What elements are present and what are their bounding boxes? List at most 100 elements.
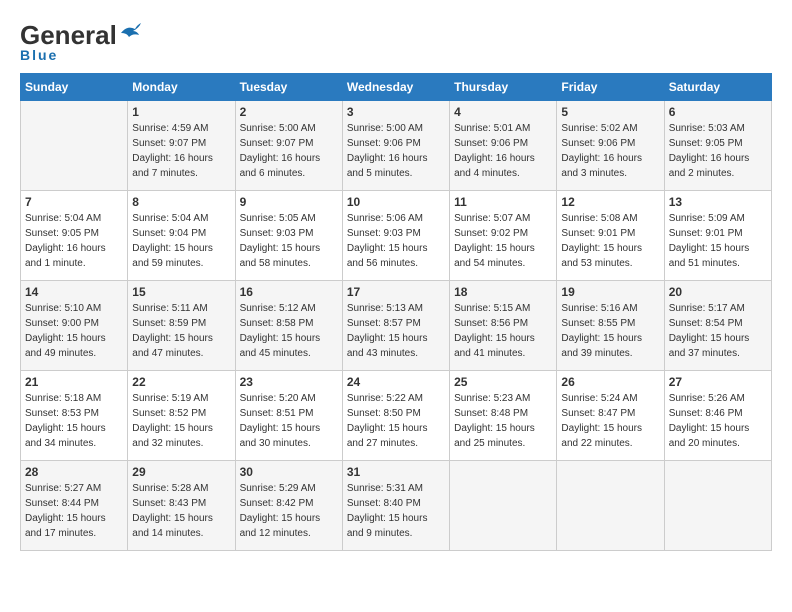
day-info: Sunrise: 5:05 AM Sunset: 9:03 PM Dayligh… [240,211,338,271]
day-number: 9 [240,195,338,209]
calendar-cell: 11 Sunrise: 5:07 AM Sunset: 9:02 PM Dayli… [450,191,557,281]
calendar-table: SundayMondayTuesdayWednesdayThursdayFrid… [20,73,772,551]
day-info: Sunrise: 5:20 AM Sunset: 8:51 PM Dayligh… [240,391,338,451]
day-number: 16 [240,285,338,299]
day-info: Sunrise: 5:12 AM Sunset: 8:58 PM Dayligh… [240,301,338,361]
day-number: 14 [25,285,123,299]
day-number: 24 [347,375,445,389]
day-info: Sunrise: 5:17 AM Sunset: 8:54 PM Dayligh… [669,301,767,361]
calendar-cell: 9 Sunrise: 5:05 AM Sunset: 9:03 PM Daylig… [235,191,342,281]
calendar-cell: 29 Sunrise: 5:28 AM Sunset: 8:43 PM Dayli… [128,461,235,551]
calendar-cell: 30 Sunrise: 5:29 AM Sunset: 8:42 PM Dayli… [235,461,342,551]
day-number: 25 [454,375,552,389]
day-number: 21 [25,375,123,389]
calendar-cell: 17 Sunrise: 5:13 AM Sunset: 8:57 PM Dayli… [342,281,449,371]
calendar-cell: 23Sunrise: 5:20 AM Sunset: 8:51 PM Dayli… [235,371,342,461]
day-number: 13 [669,195,767,209]
day-info: Sunrise: 5:08 AM Sunset: 9:01 PM Dayligh… [561,211,659,271]
calendar-cell: 22 Sunrise: 5:19 AM Sunset: 8:52 PM Dayli… [128,371,235,461]
logo-blue: Blue [20,47,58,63]
header: General Blue [20,20,772,63]
calendar-cell: 6Sunrise: 5:03 AM Sunset: 9:05 PM Daylig… [664,101,771,191]
logo: General Blue [20,20,141,63]
day-info: Sunrise: 5:19 AM Sunset: 8:52 PM Dayligh… [132,391,230,451]
calendar-cell [450,461,557,551]
day-info: Sunrise: 5:04 AM Sunset: 9:04 PM Dayligh… [132,211,230,271]
day-info: Sunrise: 5:01 AM Sunset: 9:06 PM Dayligh… [454,121,552,181]
day-number: 5 [561,105,659,119]
day-number: 22 [132,375,230,389]
day-info: Sunrise: 5:06 AM Sunset: 9:03 PM Dayligh… [347,211,445,271]
header-cell-monday: Monday [128,74,235,101]
calendar-cell: 12 Sunrise: 5:08 AM Sunset: 9:01 PM Dayli… [557,191,664,281]
day-number: 1 [132,105,230,119]
day-number: 11 [454,195,552,209]
day-number: 30 [240,465,338,479]
header-cell-saturday: Saturday [664,74,771,101]
week-row-2: 14 Sunrise: 5:10 AM Sunset: 9:00 PM Dayli… [21,281,772,371]
calendar-cell: 2 Sunrise: 5:00 AM Sunset: 9:07 PM Daylig… [235,101,342,191]
calendar-cell: 21 Sunrise: 5:18 AM Sunset: 8:53 PM Dayli… [21,371,128,461]
day-info: Sunrise: 5:26 AM Sunset: 8:46 PM Dayligh… [669,391,767,451]
calendar-cell [664,461,771,551]
day-number: 15 [132,285,230,299]
day-number: 28 [25,465,123,479]
day-info: Sunrise: 5:27 AM Sunset: 8:44 PM Dayligh… [25,481,123,541]
day-info: Sunrise: 5:00 AM Sunset: 9:06 PM Dayligh… [347,121,445,181]
calendar-cell: 14 Sunrise: 5:10 AM Sunset: 9:00 PM Dayli… [21,281,128,371]
week-row-1: 7Sunrise: 5:04 AM Sunset: 9:05 PM Daylig… [21,191,772,281]
calendar-cell: 13 Sunrise: 5:09 AM Sunset: 9:01 PM Dayli… [664,191,771,281]
day-number: 20 [669,285,767,299]
header-row: SundayMondayTuesdayWednesdayThursdayFrid… [21,74,772,101]
day-info: Sunrise: 5:11 AM Sunset: 8:59 PM Dayligh… [132,301,230,361]
day-number: 31 [347,465,445,479]
logo-bird-icon [119,23,141,41]
day-info: Sunrise: 5:28 AM Sunset: 8:43 PM Dayligh… [132,481,230,541]
day-number: 3 [347,105,445,119]
calendar-cell: 27 Sunrise: 5:26 AM Sunset: 8:46 PM Dayli… [664,371,771,461]
calendar-cell [557,461,664,551]
day-number: 12 [561,195,659,209]
week-row-3: 21 Sunrise: 5:18 AM Sunset: 8:53 PM Dayli… [21,371,772,461]
page-container: General Blue SundayMondayTuesdayWednesda… [20,20,772,551]
day-info: Sunrise: 5:18 AM Sunset: 8:53 PM Dayligh… [25,391,123,451]
day-info: Sunrise: 5:13 AM Sunset: 8:57 PM Dayligh… [347,301,445,361]
day-info: Sunrise: 5:10 AM Sunset: 9:00 PM Dayligh… [25,301,123,361]
day-number: 7 [25,195,123,209]
day-number: 27 [669,375,767,389]
day-number: 8 [132,195,230,209]
day-info: Sunrise: 5:29 AM Sunset: 8:42 PM Dayligh… [240,481,338,541]
day-number: 2 [240,105,338,119]
calendar-cell: 3 Sunrise: 5:00 AM Sunset: 9:06 PM Daylig… [342,101,449,191]
day-number: 29 [132,465,230,479]
header-cell-wednesday: Wednesday [342,74,449,101]
calendar-cell: 16 Sunrise: 5:12 AM Sunset: 8:58 PM Dayli… [235,281,342,371]
day-info: Sunrise: 5:24 AM Sunset: 8:47 PM Dayligh… [561,391,659,451]
calendar-cell: 7Sunrise: 5:04 AM Sunset: 9:05 PM Daylig… [21,191,128,281]
day-info: Sunrise: 5:03 AM Sunset: 9:05 PM Dayligh… [669,121,767,181]
calendar-cell: 1Sunrise: 4:59 AM Sunset: 9:07 PM Daylig… [128,101,235,191]
day-number: 19 [561,285,659,299]
week-row-4: 28 Sunrise: 5:27 AM Sunset: 8:44 PM Dayli… [21,461,772,551]
day-info: Sunrise: 5:15 AM Sunset: 8:56 PM Dayligh… [454,301,552,361]
day-number: 26 [561,375,659,389]
day-info: Sunrise: 5:22 AM Sunset: 8:50 PM Dayligh… [347,391,445,451]
day-info: Sunrise: 5:07 AM Sunset: 9:02 PM Dayligh… [454,211,552,271]
header-cell-tuesday: Tuesday [235,74,342,101]
calendar-cell: 31 Sunrise: 5:31 AM Sunset: 8:40 PM Dayli… [342,461,449,551]
day-info: Sunrise: 5:31 AM Sunset: 8:40 PM Dayligh… [347,481,445,541]
calendar-cell: 15 Sunrise: 5:11 AM Sunset: 8:59 PM Dayli… [128,281,235,371]
calendar-cell: 8 Sunrise: 5:04 AM Sunset: 9:04 PM Daylig… [128,191,235,281]
calendar-cell: 19 Sunrise: 5:16 AM Sunset: 8:55 PM Dayli… [557,281,664,371]
day-info: Sunrise: 5:16 AM Sunset: 8:55 PM Dayligh… [561,301,659,361]
day-info: Sunrise: 5:02 AM Sunset: 9:06 PM Dayligh… [561,121,659,181]
calendar-cell: 18 Sunrise: 5:15 AM Sunset: 8:56 PM Dayli… [450,281,557,371]
day-info: Sunrise: 5:00 AM Sunset: 9:07 PM Dayligh… [240,121,338,181]
day-info: Sunrise: 5:09 AM Sunset: 9:01 PM Dayligh… [669,211,767,271]
day-number: 18 [454,285,552,299]
calendar-cell: 10Sunrise: 5:06 AM Sunset: 9:03 PM Dayli… [342,191,449,281]
day-number: 4 [454,105,552,119]
day-number: 17 [347,285,445,299]
calendar-cell: 4 Sunrise: 5:01 AM Sunset: 9:06 PM Daylig… [450,101,557,191]
calendar-cell: 24 Sunrise: 5:22 AM Sunset: 8:50 PM Dayli… [342,371,449,461]
